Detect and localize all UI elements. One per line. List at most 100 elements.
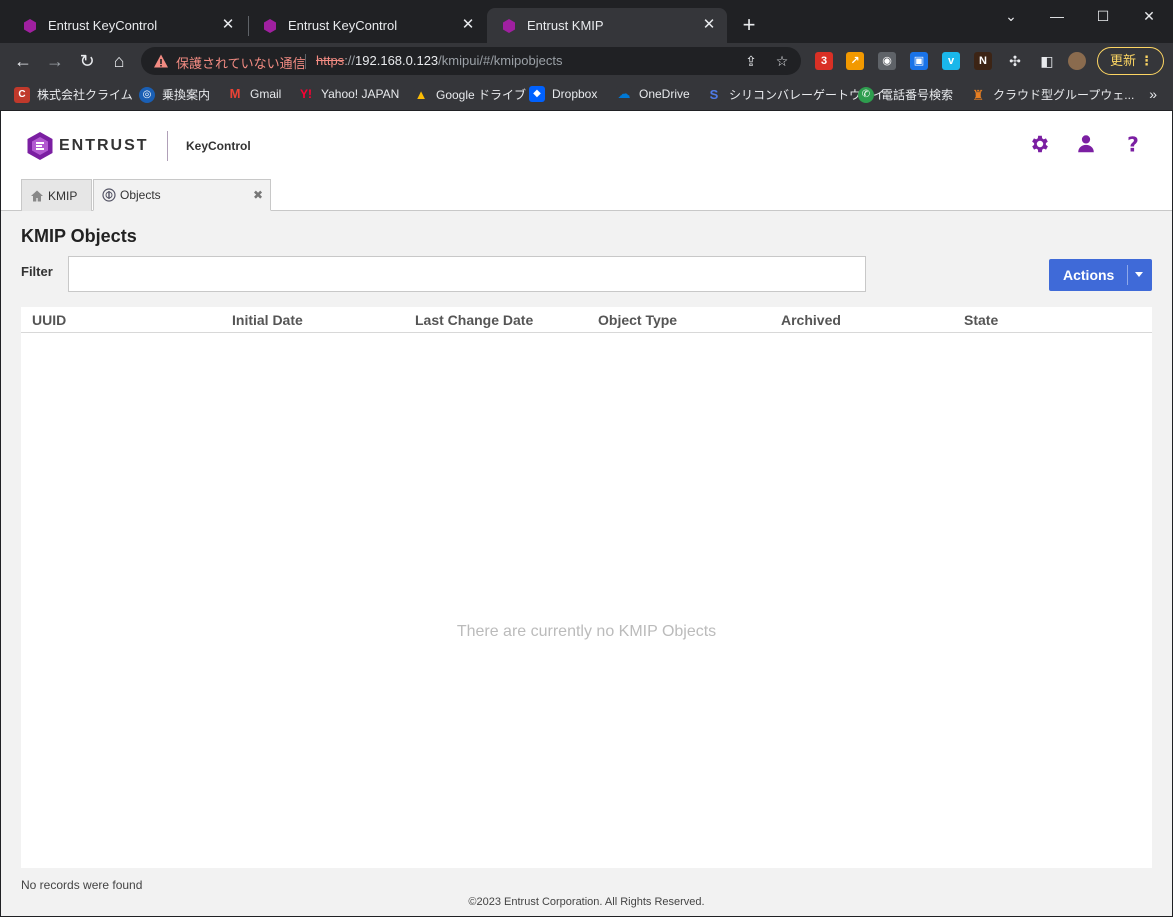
actions-divider — [1127, 265, 1128, 285]
column-header-state[interactable]: State — [964, 312, 998, 328]
profile-avatar[interactable] — [1068, 52, 1086, 70]
more-menu-icon: ⋮ — [1140, 53, 1153, 68]
bookmark-label: Gmail — [250, 87, 282, 101]
extension-badge-icon[interactable]: 3 — [815, 52, 833, 70]
vimeo-extension-icon[interactable]: v — [942, 52, 960, 70]
bookmark-item[interactable]: ◆ Dropbox — [529, 86, 597, 102]
brand-divider — [167, 131, 168, 161]
bookmark-item[interactable]: ▲ Google ドライブ — [413, 86, 526, 103]
bookmark-label: OneDrive — [639, 87, 690, 101]
close-window-button[interactable]: ✕ — [1126, 4, 1172, 28]
side-panel-icon[interactable]: ◧ — [1038, 52, 1056, 70]
entrust-logo-icon — [27, 132, 53, 160]
tab-objects[interactable]: Objects ✖ — [93, 179, 271, 211]
tab-label: KMIP — [48, 188, 78, 203]
column-header-archived[interactable]: Archived — [781, 312, 841, 328]
nj-extension-icon[interactable]: N — [974, 52, 992, 70]
warning-icon — [154, 54, 168, 68]
bookmark-label: Dropbox — [552, 87, 598, 101]
back-button[interactable]: ← — [11, 49, 35, 73]
bookmark-item[interactable]: ☁ OneDrive — [616, 86, 690, 102]
browser-toolbar: ← → ↻ ⌂ 保護されていない通信 https://192.168.0.123… — [0, 43, 1173, 79]
brand-name: ENTRUST — [59, 137, 149, 154]
url-text[interactable]: https://192.168.0.123/kmipui/#/kmipobjec… — [316, 53, 562, 68]
not-secure-label[interactable]: 保護されていない通信 — [176, 53, 306, 72]
gmail-icon: M — [227, 86, 243, 102]
product-name: KeyControl — [186, 139, 251, 153]
groupware-icon: ♜ — [970, 86, 986, 103]
url-host: 192.168.0.123 — [355, 53, 439, 68]
yahoo-icon: Y! — [298, 86, 314, 102]
tab-kmip[interactable]: KMIP — [21, 179, 92, 211]
update-button-label: 更新 — [1110, 53, 1137, 68]
entrust-favicon-icon — [503, 18, 515, 33]
browser-tab-2[interactable]: Entrust KeyControl ✕ — [248, 8, 486, 43]
maximize-button[interactable]: ☐ — [1080, 4, 1126, 28]
minimize-button[interactable]: — — [1034, 4, 1080, 28]
gear-icon[interactable] — [1029, 133, 1051, 155]
column-header-uuid[interactable]: UUID — [32, 312, 66, 328]
bookmark-item[interactable]: C 株式会社クライム — [14, 86, 133, 103]
new-tab-button[interactable]: + — [738, 14, 760, 36]
onedrive-icon: ☁ — [616, 86, 632, 102]
bookmark-item[interactable]: ✆ 電話番号検索 — [858, 86, 953, 103]
transit-icon: ◎ — [139, 86, 155, 103]
column-header-object-type[interactable]: Object Type — [598, 312, 677, 328]
close-tab-icon[interactable]: ✕ — [460, 17, 476, 33]
update-button[interactable]: 更新 ⋮ — [1097, 47, 1164, 75]
copyright-footer: ©2023 Entrust Corporation. All Rights Re… — [468, 896, 705, 908]
caret-down-icon[interactable] — [1135, 272, 1143, 277]
actions-button[interactable]: Actions — [1049, 259, 1152, 291]
help-icon[interactable]: ? — [1122, 133, 1144, 155]
screen-extension-icon[interactable]: ▣ — [910, 52, 928, 70]
url-path: /kmipui/#/kmipobjects — [438, 53, 563, 68]
bookmark-item[interactable]: ◎ 乗換案内 — [139, 86, 210, 103]
forward-button[interactable]: → — [43, 49, 67, 73]
share-icon[interactable]: ⇪ — [742, 52, 760, 70]
omnibox-divider — [305, 54, 306, 69]
bookmark-label: Google ドライブ — [436, 88, 527, 102]
browser-tab-title: Entrust KeyControl — [288, 18, 398, 33]
page-viewport: ENTRUST KeyControl ? KMIP Objects ✖ KMIP… — [1, 111, 1172, 916]
filter-input[interactable] — [68, 256, 866, 292]
close-tab-icon[interactable]: ✕ — [701, 17, 717, 33]
entrust-favicon-icon — [264, 18, 276, 33]
close-tab-icon[interactable]: ✕ — [220, 17, 236, 33]
close-tab-icon[interactable]: ✖ — [253, 188, 263, 202]
page-title: KMIP Objects — [21, 226, 137, 246]
chart-extension-icon[interactable]: ↗ — [846, 52, 864, 70]
table-header: UUID Initial Date Last Change Date Objec… — [21, 307, 1152, 333]
browser-tab-title: Entrust KMIP — [527, 18, 604, 33]
bookmark-item[interactable]: ♜ クラウド型グループウェ... — [970, 86, 1134, 103]
home-button[interactable]: ⌂ — [107, 49, 131, 73]
column-header-last-change-date[interactable]: Last Change Date — [415, 312, 533, 328]
bookmarks-bar: C 株式会社クライム ◎ 乗換案内 M Gmail Y! Yahoo! JAPAN ▲ G… — [0, 79, 1173, 111]
column-header-initial-date[interactable]: Initial Date — [232, 312, 303, 328]
browser-tab-1[interactable]: Entrust KeyControl ✕ — [8, 8, 246, 43]
tab-search-button[interactable]: ⌄ — [988, 4, 1034, 28]
puzzle-extensions-icon[interactable]: ✣ — [1006, 52, 1024, 70]
url-scheme: https — [316, 53, 345, 68]
user-icon[interactable] — [1075, 133, 1097, 155]
address-bar[interactable]: 保護されていない通信 https://192.168.0.123/kmipui/… — [141, 47, 801, 75]
bookmark-item[interactable]: M Gmail — [227, 86, 281, 102]
drive-icon: ▲ — [413, 86, 429, 103]
bookmark-label: 株式会社クライム — [37, 88, 133, 102]
records-status: No records were found — [21, 878, 143, 892]
bookmark-star-icon[interactable]: ☆ — [773, 52, 791, 70]
home-icon — [31, 190, 43, 201]
reload-button[interactable]: ↻ — [75, 49, 99, 73]
bookmarks-overflow-button[interactable]: » — [1149, 86, 1157, 102]
browser-tab-3-active[interactable]: Entrust KMIP ✕ — [487, 8, 727, 43]
browser-tab-title: Entrust KeyControl — [48, 18, 158, 33]
bookmark-label: 乗換案内 — [162, 88, 211, 102]
phone-search-icon: ✆ — [858, 86, 874, 103]
filter-label: Filter — [21, 264, 53, 279]
climb-icon: C — [14, 86, 30, 103]
objects-table: UUID Initial Date Last Change Date Objec… — [21, 307, 1152, 868]
bookmark-item[interactable]: Y! Yahoo! JAPAN — [298, 86, 399, 102]
empty-table-message: There are currently no KMIP Objects — [456, 623, 717, 640]
camera-extension-icon[interactable]: ◉ — [878, 52, 896, 70]
actions-button-label: Actions — [1063, 267, 1115, 283]
tab-label: Objects — [120, 188, 161, 202]
